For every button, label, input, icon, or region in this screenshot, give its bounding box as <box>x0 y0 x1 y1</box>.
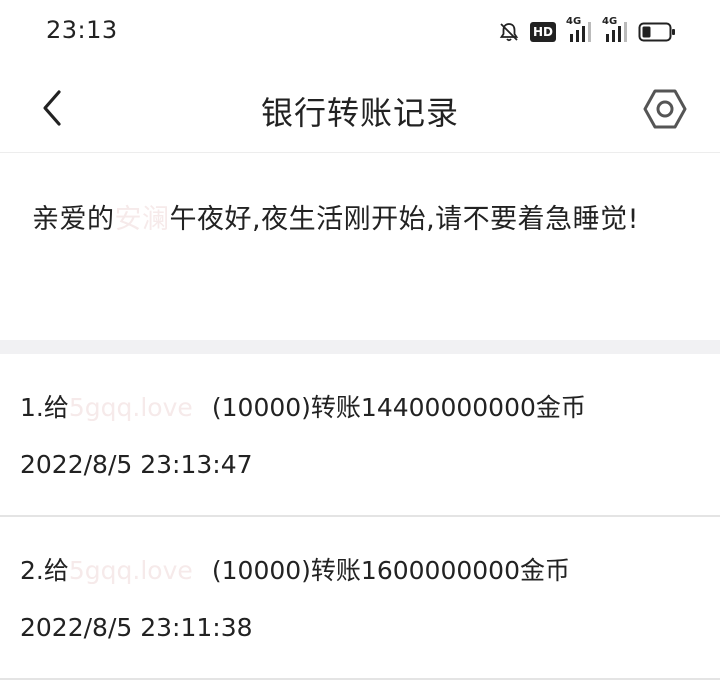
network-type-label: 4G <box>566 16 582 27</box>
record-give-label: 给 <box>43 393 69 422</box>
transfer-record: 1.给5gqq.love (10000)转账14400000000金币 2022/… <box>0 354 720 517</box>
page-title: 银行转账记录 <box>260 94 459 132</box>
settings-icon <box>643 89 687 129</box>
status-bar: 23:13 HD 4G 4G <box>0 0 720 64</box>
greeting-prefix: 亲爱的 <box>32 204 115 235</box>
status-icons: HD 4G 4G <box>498 16 676 46</box>
record-timestamp: 2022/8/5 23:13:47 <box>20 450 253 479</box>
record-recipient: 5gqq.love <box>68 393 193 422</box>
network-type-label-2: 4G <box>602 16 618 27</box>
transfer-record: 2.给5gqq.love (10000)转账1600000000金币 2022/8… <box>0 517 720 680</box>
record-index: 1. <box>20 393 44 422</box>
greeting-section: 亲爱的安澜午夜好,夜生活刚开始,请不要着急睡觉! <box>0 152 720 340</box>
status-time: 23:13 <box>46 16 118 44</box>
transfer-record-list: 1.给5gqq.love (10000)转账14400000000金币 2022/… <box>0 354 720 680</box>
signal-4g-icon-2: 4G <box>602 16 628 44</box>
record-detail: (10000)转账14400000000金币 <box>211 393 586 422</box>
battery-icon <box>638 21 676 43</box>
greeting-username: 安澜 <box>114 204 170 235</box>
record-summary: 1.给5gqq.love (10000)转账14400000000金币 <box>20 388 586 424</box>
signal-4g-icon: 4G <box>566 16 592 44</box>
record-recipient: 5gqq.love <box>68 556 193 585</box>
section-divider <box>0 340 720 354</box>
bell-muted-icon <box>498 21 520 43</box>
record-summary: 2.给5gqq.love (10000)转账1600000000金币 <box>20 551 570 587</box>
app-header: 银行转账记录 <box>0 64 720 152</box>
settings-button[interactable] <box>640 84 690 134</box>
record-detail: (10000)转账1600000000金币 <box>211 556 570 585</box>
greeting-message: 午夜好,夜生活刚开始,请不要着急睡觉! <box>169 204 639 235</box>
record-timestamp: 2022/8/5 23:11:38 <box>20 613 253 642</box>
record-give-label: 给 <box>43 556 69 585</box>
greeting-text: 亲爱的安澜午夜好,夜生活刚开始,请不要着急睡觉! <box>32 189 672 251</box>
hd-icon: HD <box>530 22 556 42</box>
record-index: 2. <box>20 556 44 585</box>
